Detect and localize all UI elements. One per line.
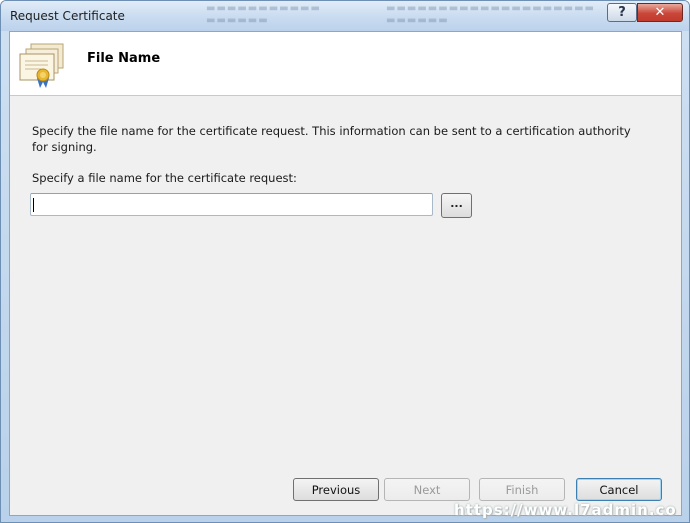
finish-button[interactable]: Finish xyxy=(479,478,565,501)
background-ghost-text: ▬▬▬▬▬▬ xyxy=(386,15,449,26)
background-ghost-text: ▬▬▬▬▬▬ xyxy=(206,15,269,26)
background-ghost-text: ▬▬▬▬▬▬▬▬▬▬▬▬▬▬▬▬▬▬▬▬ xyxy=(386,3,595,14)
help-icon: ? xyxy=(618,5,626,20)
close-icon: ✕ xyxy=(654,5,666,20)
previous-button[interactable]: Previous xyxy=(293,478,379,501)
watermark-text: https://www.l7admin.co xyxy=(454,501,677,519)
next-button[interactable]: Next xyxy=(384,478,470,501)
file-name-label: Specify a file name for the certificate … xyxy=(32,171,297,185)
browse-button[interactable]: ... xyxy=(441,193,472,218)
help-button[interactable]: ? xyxy=(607,3,637,22)
page-title: File Name xyxy=(87,51,161,66)
background-ghost-text: ▬▬▬▬▬▬▬▬▬▬▬ xyxy=(206,3,321,14)
certificate-icon xyxy=(19,43,64,88)
text-caret xyxy=(33,198,34,212)
description-text: Specify the file name for the certificat… xyxy=(32,124,631,154)
request-certificate-window: Request Certificate ▬▬▬▬▬▬▬▬▬▬▬ ▬▬▬▬▬▬▬▬… xyxy=(0,0,690,523)
window-title: Request Certificate xyxy=(10,9,125,23)
wizard-client-area: File Name Specify the file name for the … xyxy=(9,31,682,516)
file-name-input[interactable] xyxy=(30,193,433,216)
close-button[interactable]: ✕ xyxy=(637,3,683,22)
wizard-header: File Name xyxy=(10,32,681,96)
title-bar[interactable]: Request Certificate ▬▬▬▬▬▬▬▬▬▬▬ ▬▬▬▬▬▬▬▬… xyxy=(1,1,689,31)
cancel-button[interactable]: Cancel xyxy=(576,478,662,501)
